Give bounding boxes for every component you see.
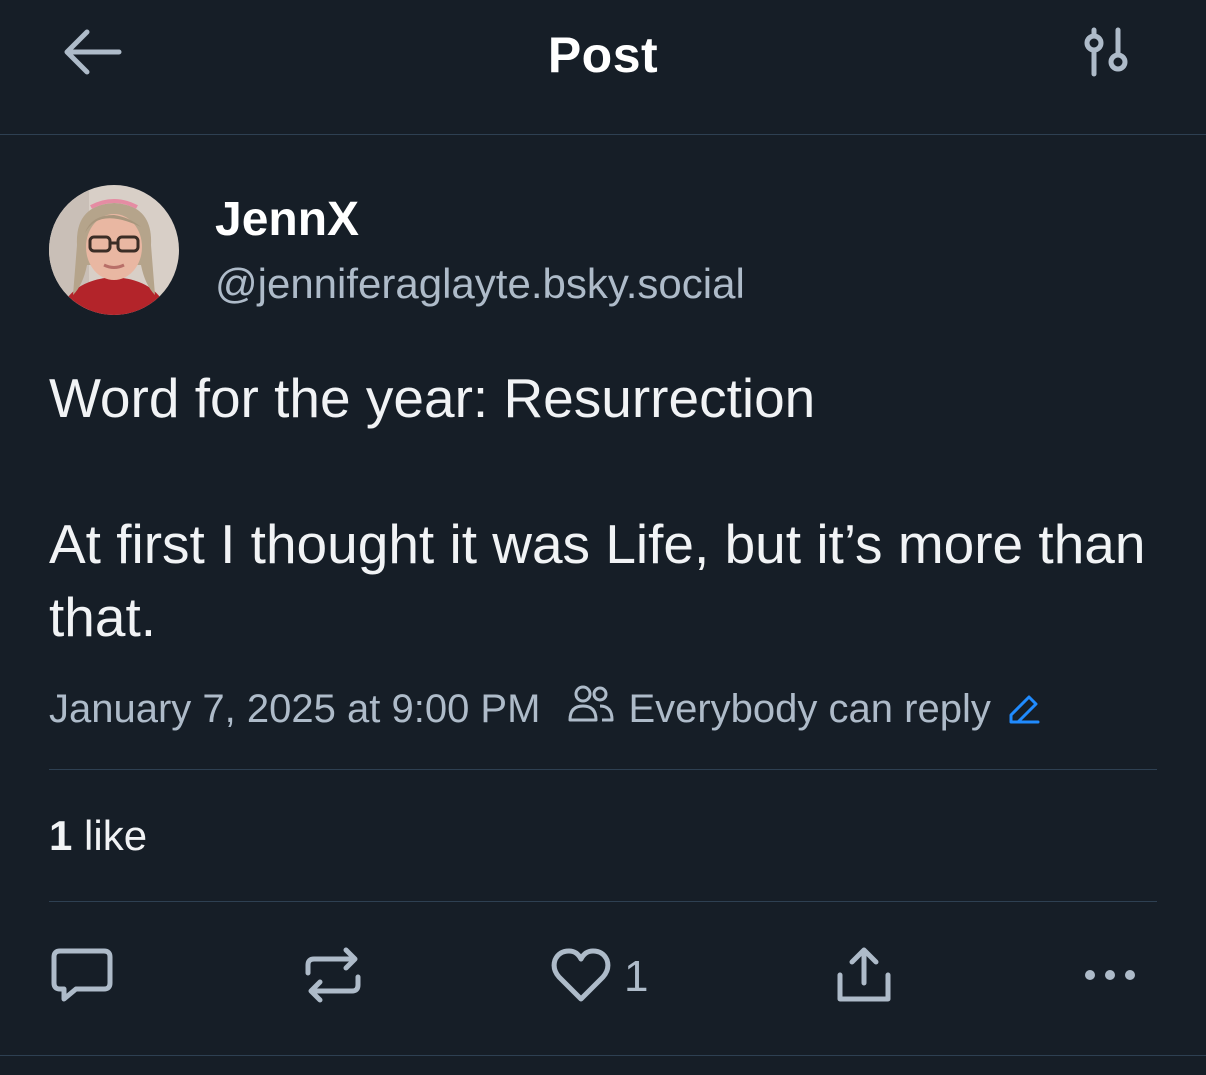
- likes-count-link[interactable]: 1 like: [49, 812, 147, 860]
- more-options-button[interactable]: [1082, 942, 1138, 1012]
- post-text: Word for the year: Resurrection At first…: [49, 362, 1159, 654]
- page-title: Post: [547, 27, 659, 83]
- heart-icon: [550, 947, 612, 1008]
- likes-count-number: 1: [49, 812, 73, 859]
- comment-icon: [50, 947, 114, 1008]
- post-text-paragraph: Word for the year: Resurrection: [49, 367, 816, 429]
- author-name[interactable]: JennX: [215, 192, 359, 247]
- post-timestamp: January 7, 2025 at 9:00 PM: [49, 686, 541, 731]
- like-count: 1: [624, 952, 649, 1001]
- header-bar: Post: [0, 0, 1206, 135]
- like-button[interactable]: 1: [550, 942, 648, 1012]
- pencil-icon: [1007, 692, 1055, 726]
- likes-count-label: like: [84, 812, 148, 859]
- divider: [49, 901, 1157, 902]
- thread-settings-button[interactable]: [1074, 22, 1138, 86]
- more-dots-icon: [1082, 967, 1138, 988]
- avatar[interactable]: [49, 185, 179, 315]
- share-button[interactable]: [834, 942, 894, 1012]
- repost-icon: [302, 945, 364, 1010]
- reply-setting-label: Everybody can reply: [628, 686, 991, 731]
- reply-settings-button[interactable]: Everybody can reply: [568, 684, 1054, 734]
- divider: [49, 769, 1157, 770]
- author-handle[interactable]: @jenniferaglayte.bsky.social: [215, 260, 745, 308]
- share-icon: [834, 945, 894, 1010]
- sliders-icon: [1080, 26, 1132, 83]
- post-screen: Post JennX @jenniferaglayte.bsky.social …: [0, 0, 1206, 1075]
- reply-button[interactable]: [50, 942, 114, 1012]
- post-meta: January 7, 2025 at 9:00 PM Everybody can…: [49, 684, 1055, 734]
- repost-button[interactable]: [302, 942, 364, 1012]
- post-text-paragraph: At first I thought it was Life, but it’s…: [49, 513, 1146, 648]
- people-icon: [568, 684, 628, 734]
- divider: [0, 1055, 1206, 1056]
